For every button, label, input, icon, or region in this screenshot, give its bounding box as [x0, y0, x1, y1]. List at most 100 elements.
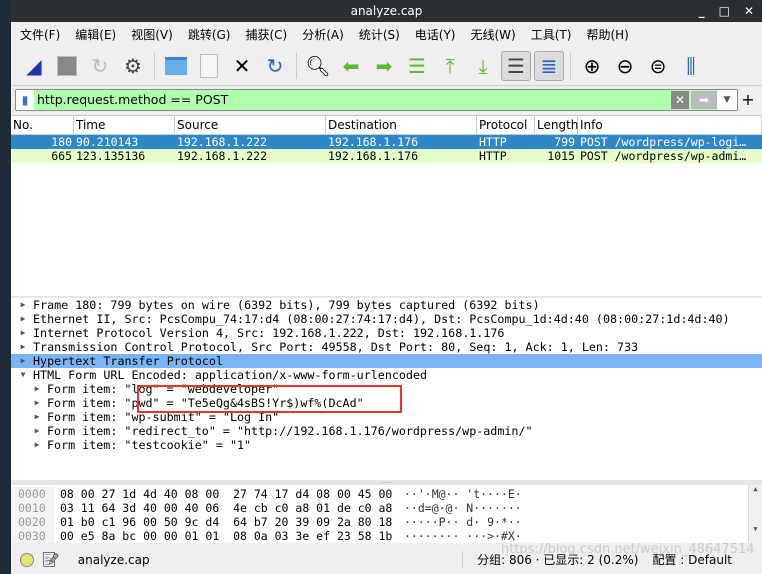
menu-item[interactable]: 无线(W) — [471, 26, 516, 43]
collapsed-arrow-icon[interactable]: ▶ — [31, 424, 43, 438]
menu-item[interactable]: 统计(S) — [359, 26, 400, 43]
column-header[interactable]: Length — [535, 116, 578, 134]
packet-list-header: No. Time Source Destination Protocol Length In… — [11, 116, 762, 135]
collapsed-arrow-icon[interactable]: ▶ — [17, 326, 29, 340]
status-profile[interactable]: 配置 : Default — [652, 551, 732, 568]
detail-tree-item[interactable]: ▶ Internet Protocol Version 4, Src: 192.1… — [11, 326, 762, 340]
go-forward-icon[interactable]: ➡ — [369, 51, 399, 81]
capture-comment-icon[interactable]: 📝︎ — [42, 552, 60, 568]
packet-cell-no: 665 — [51, 149, 72, 163]
collapsed-arrow-icon[interactable]: ▶ — [17, 354, 29, 368]
packet-cell-info: POST /wordpress/wp-admi… — [580, 149, 747, 163]
go-back-icon[interactable]: ⬅ — [336, 51, 366, 81]
packet-cell-src: 192.168.1.222 — [177, 149, 268, 163]
resize-columns-icon[interactable]: ⫼ — [676, 51, 706, 81]
find-packet-icon[interactable]: 🔍︎ — [303, 51, 333, 81]
maximize-button[interactable]: □ — [719, 0, 730, 22]
status-filename: analyze.cap — [77, 552, 150, 567]
go-last-icon[interactable]: ⤓ — [468, 51, 498, 81]
detail-tree-item[interactable]: ▶ Frame 180: 799 bytes on wire (6392 bits… — [11, 298, 762, 312]
packet-bytes: 0000 08 00 27 1d 4d 40 08 00 27 74 17 d4 … — [11, 485, 762, 543]
detail-tree-item[interactable]: ▶ Hypertext Transfer Protocol — [11, 354, 762, 368]
packet-row[interactable]: 180 90.210143 192.168.1.222 192.168.1.176 HT… — [11, 135, 762, 149]
packet-cell-no: 180 — [51, 135, 72, 149]
colorize-icon[interactable]: ≣ — [534, 50, 564, 81]
menu-item[interactable]: 捕获(C) — [245, 26, 287, 43]
detail-tree-item[interactable]: ▶ Transmission Control Protocol, Src Port… — [11, 340, 762, 354]
menu-item[interactable]: 文件(F) — [20, 26, 60, 43]
bookmark-icon[interactable]: ▮ — [16, 89, 34, 110]
filter-history-dropdown-icon[interactable]: ▼ — [717, 89, 737, 110]
menu-item[interactable]: 分析(A) — [302, 26, 344, 43]
menu-item[interactable]: 编辑(E) — [75, 26, 116, 43]
detail-text: HTML Form URL Encoded: application/x-www… — [33, 368, 428, 382]
detail-tree-item[interactable]: ▶ Form item: "redirect_to" = "http://192.… — [11, 424, 762, 438]
hex-offset: 0010 — [11, 501, 54, 515]
expanded-arrow-icon[interactable]: ▼ — [17, 368, 29, 382]
go-first-icon[interactable]: ⤒ — [435, 51, 465, 81]
hex-ascii[interactable]: ··d=@·@· N······· — [404, 501, 522, 515]
start-capture-icon[interactable]: ◢ — [19, 51, 49, 81]
stop-capture-icon[interactable] — [52, 51, 82, 81]
auto-scroll-icon[interactable]: ☰ — [501, 50, 531, 81]
collapsed-arrow-icon[interactable]: ▶ — [17, 340, 29, 354]
packet-cell-len: 1015 — [547, 149, 575, 163]
apply-filter-icon[interactable]: ➡ — [691, 90, 717, 109]
display-filter-input[interactable] — [34, 92, 671, 107]
packet-cell-dst: 192.168.1.176 — [328, 135, 419, 149]
collapsed-arrow-icon[interactable]: ▶ — [31, 396, 43, 410]
packet-row[interactable]: 665 123.135136 192.168.1.222 192.168.1.176 H… — [11, 149, 762, 163]
zoom-out-icon[interactable]: ⊖ — [610, 51, 640, 81]
collapsed-arrow-icon[interactable]: ▶ — [17, 298, 29, 312]
main-toolbar: ◢ ↻ ⚙ ✕ ↻ 🔍︎ ⬅ ➡ ☰ ⤒ ⤓ ☰ ≣ ⊕ ⊖ ⊜ ⫼ — [11, 46, 762, 86]
column-header[interactable]: Destination — [326, 116, 477, 134]
close-button[interactable]: ✕ — [744, 0, 754, 22]
go-to-packet-icon[interactable]: ☰ — [402, 51, 432, 81]
zoom-in-icon[interactable]: ⊕ — [577, 51, 607, 81]
packet-details: ▶ Frame 180: 799 bytes on wire (6392 bits… — [11, 298, 762, 480]
clear-filter-icon[interactable]: ✕ — [671, 90, 689, 109]
hex-row: 0000 08 00 27 1d 4d 40 08 00 27 74 17 d4 … — [11, 487, 762, 501]
menu-item[interactable]: 电话(Y) — [415, 26, 456, 43]
menu-item[interactable]: 视图(V) — [131, 26, 173, 43]
minimize-button[interactable]: _ — [699, 0, 705, 22]
detail-tree-item[interactable]: ▶ Form item: "testcookie" = "1" — [11, 438, 762, 452]
hex-ascii[interactable]: ·····P·· d· 9·*·· — [404, 515, 522, 529]
menu-item[interactable]: 帮助(H) — [586, 26, 628, 43]
hex-row: 0010 03 11 64 3d 40 00 40 06 4e cb c0 a8 … — [11, 501, 762, 515]
hex-ascii[interactable]: ··'·M@·· 't····E· — [404, 487, 522, 501]
column-header[interactable]: Time — [74, 116, 175, 134]
packet-cell-proto: HTTP — [479, 149, 507, 163]
column-header[interactable]: Protocol — [477, 116, 535, 134]
menu-item[interactable]: 跳转(G) — [188, 26, 231, 43]
detail-tree-item[interactable]: ▼ HTML Form URL Encoded: application/x-ww… — [11, 368, 762, 382]
menu-item[interactable]: 工具(T) — [531, 26, 572, 43]
column-header[interactable]: No. — [11, 116, 74, 134]
reload-file-icon[interactable]: ↻ — [260, 51, 290, 81]
collapsed-arrow-icon[interactable]: ▶ — [31, 410, 43, 424]
hex-bytes[interactable]: 08 00 27 1d 4d 40 08 00 27 74 17 d4 08 0… — [54, 487, 404, 501]
hex-bytes[interactable]: 03 11 64 3d 40 00 40 06 4e cb c0 a8 01 d… — [54, 501, 404, 515]
display-filter-bar: ▮ ✕ ➡ ▼ + — [11, 86, 762, 113]
packet-cell-info: POST /wordpress/wp-logi… — [580, 135, 747, 149]
detail-tree-item[interactable]: ▶ Ethernet II, Src: PcsCompu_74:17:d4 (08… — [11, 312, 762, 326]
packet-cell-len: 799 — [554, 135, 575, 149]
collapsed-arrow-icon[interactable]: ▶ — [31, 438, 43, 452]
save-file-icon[interactable] — [194, 51, 224, 81]
hex-ascii[interactable]: ········ ···>·#X· — [404, 529, 522, 543]
close-file-icon[interactable]: ✕ — [227, 51, 257, 81]
restart-capture-icon[interactable]: ↻ — [85, 51, 115, 81]
add-filter-button-icon[interactable]: + — [738, 90, 758, 109]
collapsed-arrow-icon[interactable]: ▶ — [31, 382, 43, 396]
hex-offset: 0020 — [11, 515, 54, 529]
column-header[interactable]: Source — [175, 116, 326, 134]
hex-bytes[interactable]: 00 e5 8a bc 00 00 01 01 08 0a 03 3e ef 2… — [54, 529, 404, 543]
zoom-normal-icon[interactable]: ⊜ — [643, 51, 673, 81]
collapsed-arrow-icon[interactable]: ▶ — [17, 312, 29, 326]
open-file-icon[interactable] — [161, 51, 191, 81]
column-header[interactable]: Info — [578, 116, 762, 134]
capture-options-icon[interactable]: ⚙ — [118, 51, 148, 81]
hex-bytes[interactable]: 01 b0 c1 96 00 50 9c d4 64 b7 20 39 09 2… — [54, 515, 404, 529]
expert-info-icon[interactable] — [20, 552, 34, 567]
bytes-scrollbar[interactable]: ▲ ▼ — [748, 485, 762, 543]
